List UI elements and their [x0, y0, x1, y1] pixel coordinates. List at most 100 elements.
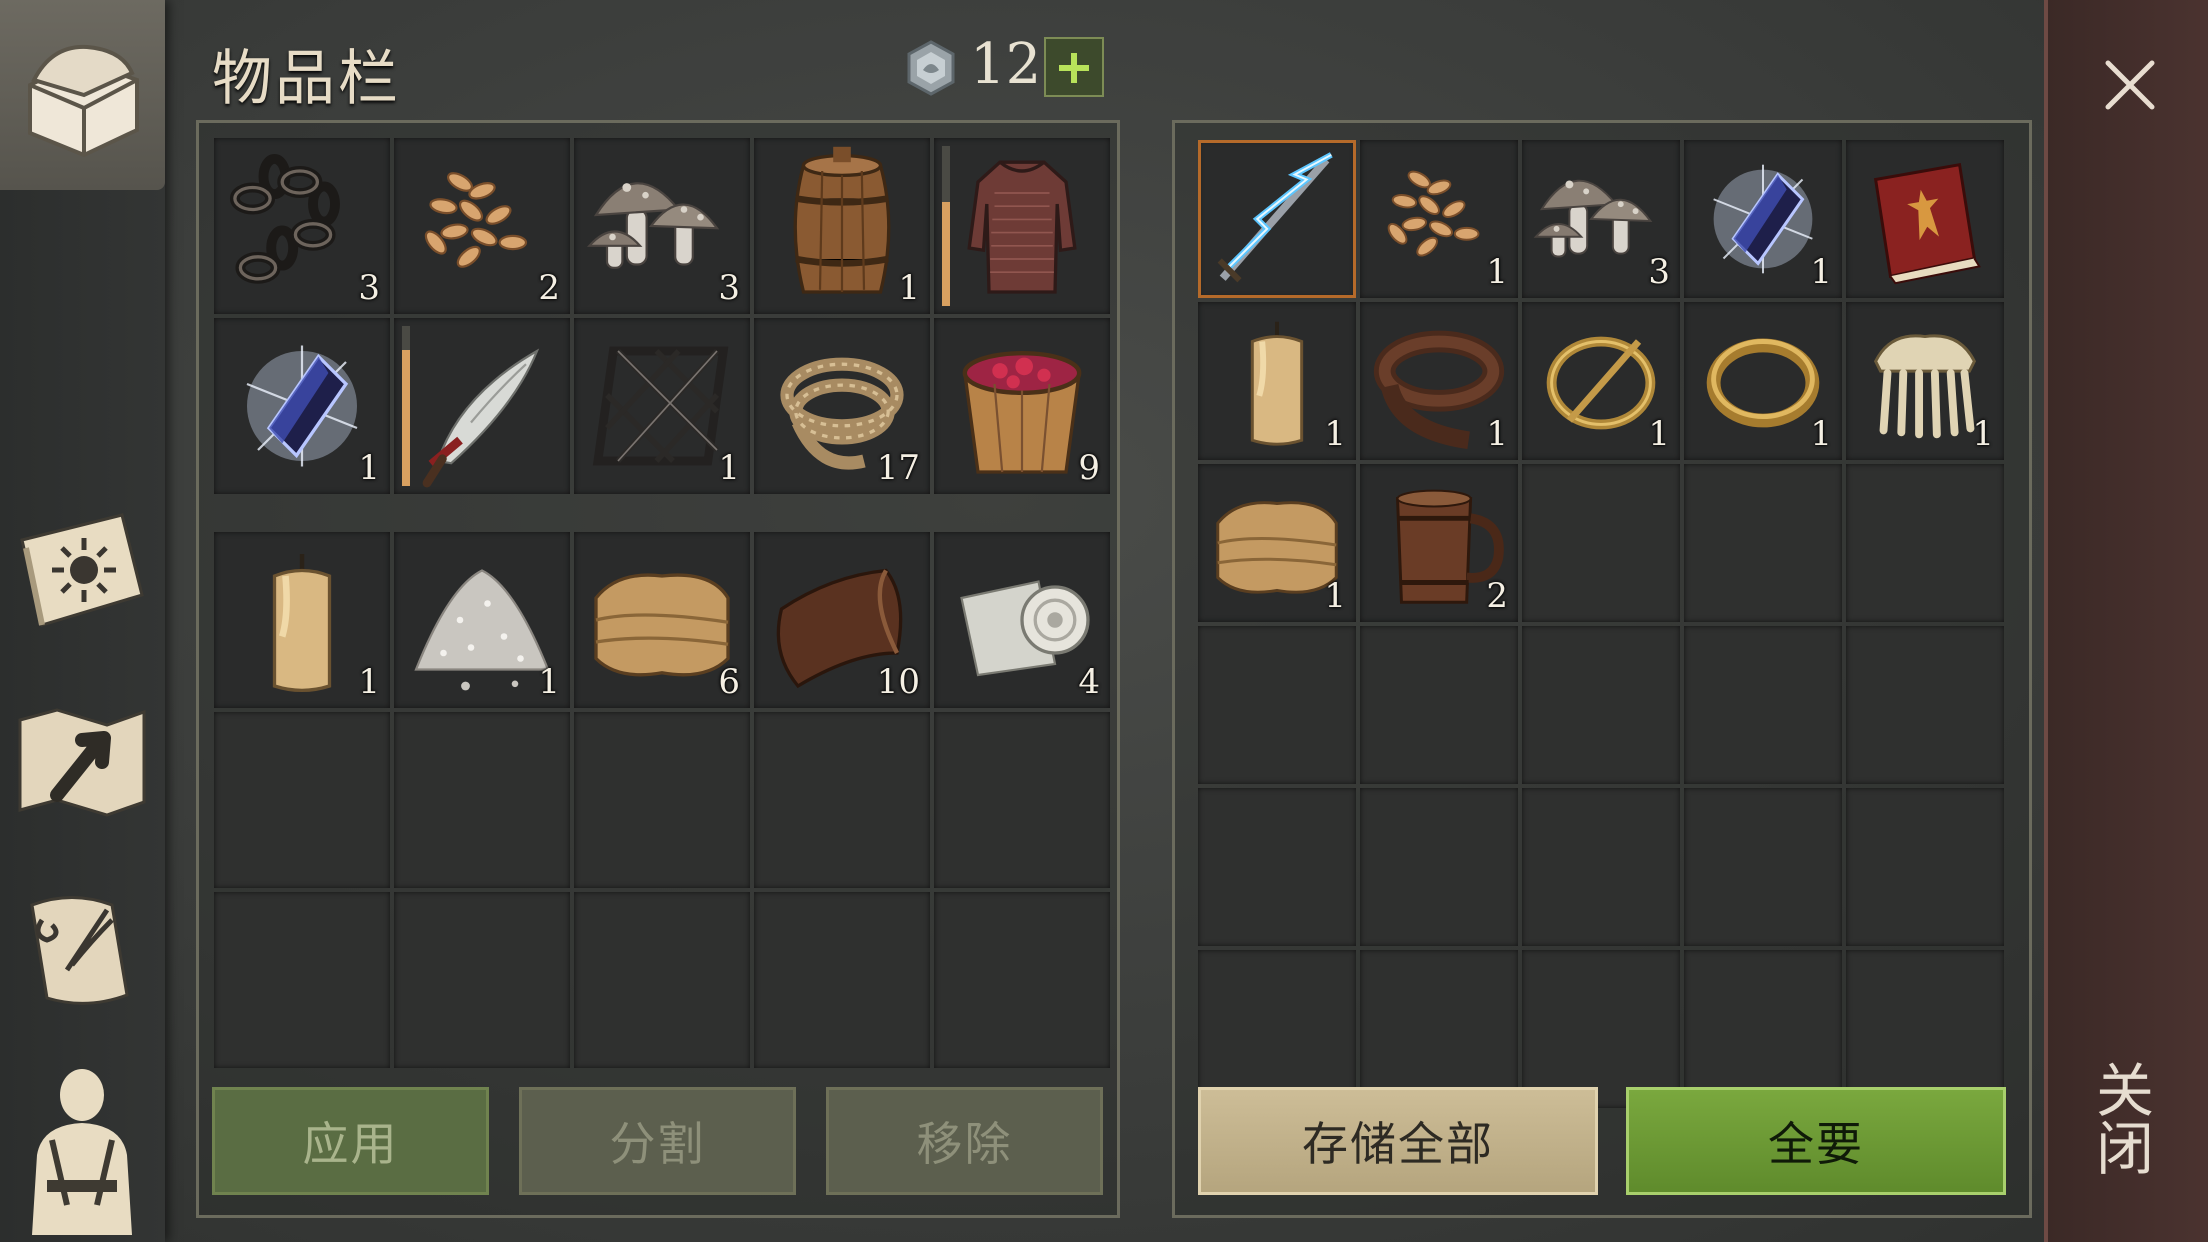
close-strip[interactable]	[2044, 0, 2208, 1242]
item-slot-gold-ring[interactable]: 1	[1684, 302, 1842, 460]
empty-slot[interactable]	[1846, 950, 2004, 1108]
empty-slot[interactable]	[574, 892, 750, 1068]
empty-slot[interactable]	[1684, 788, 1842, 946]
item-slot-candle[interactable]: 1	[214, 532, 390, 708]
empty-slot[interactable]	[1846, 626, 2004, 784]
empty-slot[interactable]	[394, 892, 570, 1068]
item-slot-brooch[interactable]: 1	[1522, 302, 1680, 460]
item-slot-red-book[interactable]	[1846, 140, 2004, 298]
empty-slot[interactable]	[1846, 464, 2004, 622]
close-icon[interactable]	[2100, 55, 2160, 115]
empty-slot[interactable]	[1360, 950, 1518, 1108]
remove-button[interactable]: 移除	[826, 1087, 1103, 1195]
item-slot-lightning-sword[interactable]	[1198, 140, 1356, 298]
item-quantity: 1	[1486, 252, 1508, 292]
item-slot-chainmail[interactable]	[934, 138, 1110, 314]
take-all-button[interactable]: 全要	[1626, 1087, 2006, 1195]
item-quantity: 1	[1324, 576, 1346, 616]
close-label[interactable]: 关闭	[2086, 1060, 2162, 1176]
red-book-icon	[1873, 162, 1981, 285]
item-slot-crystal[interactable]: 1	[1684, 140, 1842, 298]
item-slot-iron-grate[interactable]: 1	[574, 318, 750, 494]
add-currency-button[interactable]	[1044, 37, 1104, 97]
scroll-quill-icon[interactable]	[12, 880, 152, 1020]
durability-bar	[402, 326, 410, 486]
item-quantity: 4	[1078, 662, 1100, 702]
crafting-book-icon[interactable]	[12, 500, 152, 640]
item-slot-leather[interactable]: 10	[754, 532, 930, 708]
empty-slot[interactable]	[214, 892, 390, 1068]
item-slot-seeds[interactable]: 2	[394, 138, 570, 314]
item-quantity: 1	[358, 662, 380, 702]
empty-slot[interactable]	[574, 712, 750, 888]
sidebar-tab-inventory[interactable]	[0, 0, 165, 190]
grid-spacer	[574, 498, 750, 528]
item-slot-mushrooms[interactable]: 3	[1522, 140, 1680, 298]
chainmail-icon	[967, 160, 1077, 294]
item-quantity: 3	[718, 268, 740, 308]
item-slot-bandage[interactable]: 4	[934, 532, 1110, 708]
item-slot-chain[interactable]: 3	[214, 138, 390, 314]
store-all-button[interactable]: 存储全部	[1198, 1087, 1598, 1195]
empty-slot[interactable]	[1846, 788, 2004, 946]
item-slot-barrel[interactable]: 1	[754, 138, 930, 314]
inventory-grid: 3 2 3 1 1 1 17 9 1 1 6 10 4	[214, 138, 1110, 1068]
item-quantity: 10	[876, 662, 920, 702]
item-slot-bone-comb[interactable]: 1	[1846, 302, 2004, 460]
item-quantity: 3	[358, 268, 380, 308]
empty-slot[interactable]	[1522, 464, 1680, 622]
map-icon[interactable]	[12, 690, 152, 830]
item-quantity: 1	[1648, 414, 1670, 454]
item-quantity: 2	[538, 268, 560, 308]
item-slot-rope[interactable]: 17	[754, 318, 930, 494]
item-quantity: 9	[1078, 448, 1100, 488]
empty-slot[interactable]	[934, 892, 1110, 1068]
item-slot-leather-belt[interactable]: 1	[1360, 302, 1518, 460]
item-slot-scimitar[interactable]	[394, 318, 570, 494]
item-slot-seeds[interactable]: 1	[1360, 140, 1518, 298]
grid-spacer	[934, 498, 1110, 528]
chest-icon	[28, 44, 139, 158]
item-quantity: 2	[1486, 576, 1508, 616]
item-quantity: 1	[358, 448, 380, 488]
item-slot-berry-bucket[interactable]: 9	[934, 318, 1110, 494]
empty-slot[interactable]	[1522, 626, 1680, 784]
grid-spacer	[754, 498, 930, 528]
item-quantity: 1	[1810, 414, 1832, 454]
scimitar-icon	[422, 348, 540, 488]
empty-slot[interactable]	[1684, 950, 1842, 1108]
empty-slot[interactable]	[1684, 464, 1842, 622]
item-slot-salt-pile[interactable]: 1	[394, 532, 570, 708]
page-title: 物品栏	[212, 44, 401, 114]
currency-amount: 12	[970, 32, 1042, 97]
item-quantity: 1	[538, 662, 560, 702]
item-slot-wooden-mug[interactable]: 2	[1360, 464, 1518, 622]
apply-button[interactable]: 应用	[212, 1087, 489, 1195]
empty-slot[interactable]	[1522, 788, 1680, 946]
empty-slot[interactable]	[1684, 626, 1842, 784]
split-button[interactable]: 分割	[519, 1087, 796, 1195]
empty-slot[interactable]	[1360, 788, 1518, 946]
empty-slot[interactable]	[1198, 950, 1356, 1108]
character-icon[interactable]	[12, 1065, 152, 1235]
empty-slot[interactable]	[214, 712, 390, 888]
empty-slot[interactable]	[1522, 950, 1680, 1108]
item-quantity: 1	[1810, 252, 1832, 292]
storage-grid: 1 3 1 1 1 1 1 1 1 2	[1198, 140, 2004, 1108]
grid-spacer	[394, 498, 570, 528]
empty-slot[interactable]	[1198, 788, 1356, 946]
item-slot-cloth[interactable]: 1	[1198, 464, 1356, 622]
empty-slot[interactable]	[754, 892, 930, 1068]
empty-slot[interactable]	[1198, 626, 1356, 784]
lightning-sword-icon	[1217, 152, 1333, 283]
item-slot-crystal[interactable]: 1	[214, 318, 390, 494]
item-slot-candle[interactable]: 1	[1198, 302, 1356, 460]
empty-slot[interactable]	[934, 712, 1110, 888]
empty-slot[interactable]	[394, 712, 570, 888]
item-slot-cloth[interactable]: 6	[574, 532, 750, 708]
item-slot-mushrooms[interactable]: 3	[574, 138, 750, 314]
item-quantity: 17	[876, 448, 920, 488]
item-quantity: 1	[718, 448, 740, 488]
empty-slot[interactable]	[1360, 626, 1518, 784]
empty-slot[interactable]	[754, 712, 930, 888]
